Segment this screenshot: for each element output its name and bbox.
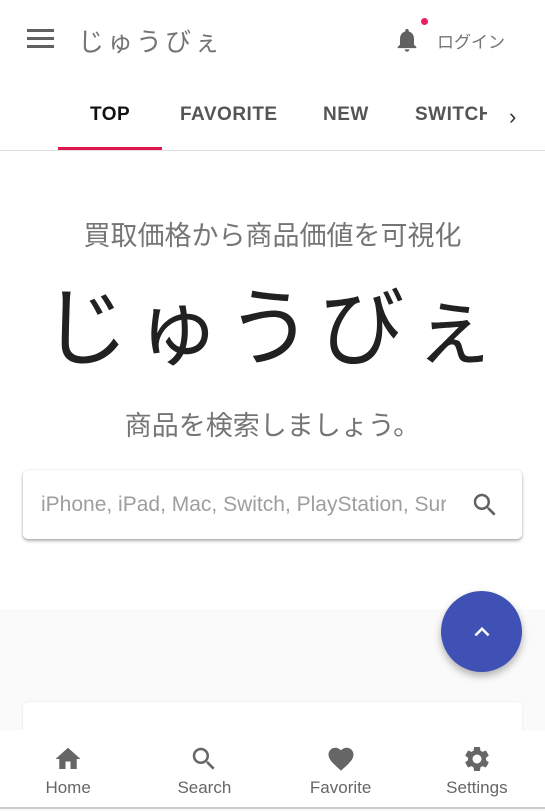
bell-icon[interactable] [393, 24, 421, 56]
chevron-up-icon [474, 626, 489, 636]
nav-label: Home [45, 778, 91, 797]
tab-new[interactable]: NEW [323, 104, 369, 126]
login-button[interactable]: ログイン [437, 28, 505, 53]
home-icon [55, 747, 81, 769]
app-title[interactable]: じゅうびぇ [78, 22, 223, 59]
scroll-top-button[interactable] [441, 591, 522, 672]
hero-subtitle: 買取価格から商品価値を可視化 [83, 221, 462, 251]
tab-favorite[interactable]: FAVORITE [180, 104, 278, 126]
search-icon [193, 747, 215, 770]
search-box [23, 470, 522, 539]
nav-label: Favorite [309, 778, 372, 797]
search-prompt: 商品を検索しましょう。 [124, 411, 421, 441]
nav-home[interactable]: Home [0, 730, 136, 807]
search-icon[interactable] [470, 490, 500, 520]
nav-label: Search [177, 778, 232, 797]
nav-label: Settings [446, 778, 508, 797]
tab-bar: TOP FAVORITE NEW SWITCH › [0, 80, 545, 151]
heart-icon [328, 747, 354, 771]
nav-search[interactable]: Search [136, 730, 272, 807]
active-tab-indicator [58, 147, 162, 150]
chevron-right-icon[interactable]: › [509, 104, 516, 130]
bottom-navigation: Home Search Favorite Settings [0, 730, 545, 809]
tab-top[interactable]: TOP [90, 104, 130, 126]
notification-dot [421, 18, 428, 25]
tab-switch[interactable]: SWITCH [415, 104, 487, 126]
nav-settings[interactable]: Settings [409, 730, 545, 807]
gear-icon [465, 746, 489, 771]
hero-title: じゅうびぇ [42, 281, 503, 377]
search-input[interactable] [41, 492, 446, 517]
nav-favorite[interactable]: Favorite [273, 730, 409, 807]
menu-icon[interactable] [27, 29, 54, 49]
app-bar: じゅうびぇ ログイン [0, 0, 545, 80]
